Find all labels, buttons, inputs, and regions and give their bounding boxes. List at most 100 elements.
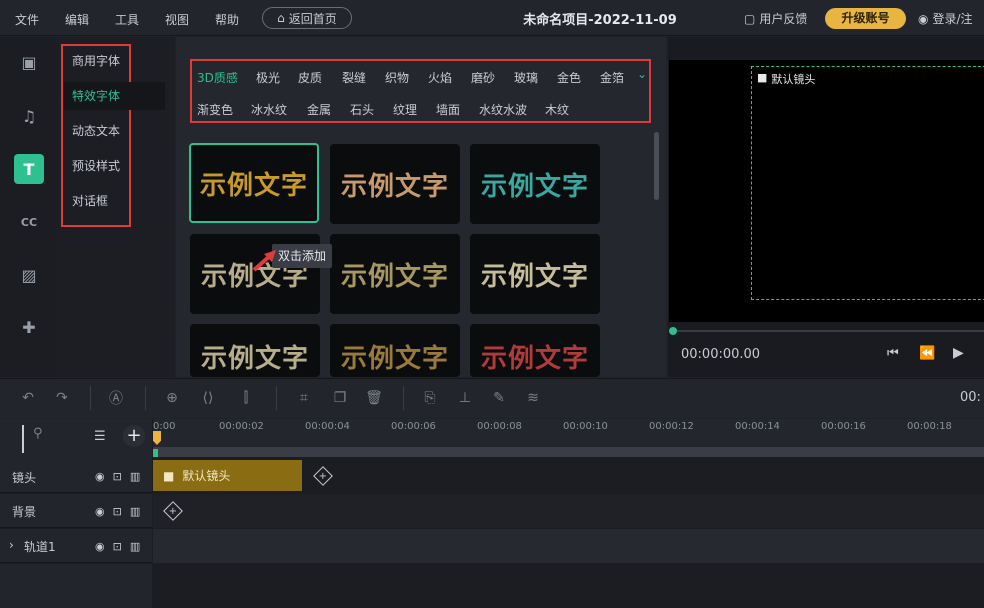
music-icon[interactable]: ♫	[14, 101, 44, 131]
effect-thumbnail[interactable]: 示例文字	[330, 324, 460, 377]
play-icon[interactable]: ▶	[953, 345, 964, 361]
layers-icon[interactable]: ≋	[523, 388, 543, 408]
preview-progress-track[interactable]	[673, 330, 984, 332]
effect-thumbnail[interactable]: 示例文字	[330, 144, 460, 224]
preview-progress-handle[interactable]	[669, 327, 677, 335]
track-background-lane[interactable]	[153, 494, 984, 528]
filter-icon[interactable]: ▨	[14, 260, 44, 290]
login-button[interactable]: ◉ 登录/注	[918, 10, 973, 27]
ruler-tick: 00:00:14	[735, 421, 780, 432]
effect-thumbnail[interactable]: 示例文字	[470, 144, 600, 224]
media-icon[interactable]: ▣	[14, 47, 44, 77]
chat-icon: ▢	[744, 11, 756, 26]
lock-icon[interactable]: ⊡	[113, 505, 122, 518]
category-effect-fonts[interactable]: 特效字体	[64, 82, 165, 110]
lock-icon[interactable]: ⊡	[113, 540, 122, 553]
category-preset-styles[interactable]: 预设样式	[64, 152, 164, 180]
menu-file[interactable]: 文件	[15, 11, 39, 28]
camera-frame[interactable]	[751, 66, 984, 300]
target-icon[interactable]: ⊕	[162, 388, 182, 408]
feedback-button[interactable]: ▢ 用户反馈	[744, 10, 807, 27]
trash-icon[interactable]: ▥	[130, 505, 140, 518]
menu-help[interactable]: 帮助	[215, 11, 239, 28]
trash-icon[interactable]: ▥	[130, 470, 140, 483]
preview-time: 00:00:00.00	[681, 347, 761, 362]
redo-icon[interactable]: ↷	[52, 388, 72, 408]
category-dialog[interactable]: 对话框	[64, 187, 164, 215]
ruler-tick: 00:00:16	[821, 421, 866, 432]
stamp-icon[interactable]: ⊥	[455, 388, 475, 408]
split-icon[interactable]: ⫿	[236, 388, 256, 408]
crop-icon[interactable]: ⌗	[294, 388, 314, 408]
menu-tools[interactable]: 工具	[115, 11, 139, 28]
toolbar-divider	[90, 386, 91, 410]
filter-wall[interactable]: 墙面	[436, 101, 460, 118]
ruler-tick: 00:00:12	[649, 421, 694, 432]
visibility-icon[interactable]: ◉	[95, 540, 105, 553]
plugin-icon[interactable]: ✚	[14, 312, 44, 342]
trash-icon[interactable]: ▥	[130, 540, 140, 553]
panel-scrollbar[interactable]	[654, 132, 659, 200]
toolbar-time: 00:	[960, 390, 981, 405]
effect-thumbnail[interactable]: 示例文字	[190, 324, 320, 377]
upgrade-button[interactable]: 升级账号	[825, 8, 906, 29]
filter-gold-foil[interactable]: 金箔	[600, 69, 624, 86]
zoom-icon[interactable]: ⚲	[33, 426, 43, 441]
filter-texture[interactable]: 纹理	[393, 101, 417, 118]
filter-3d[interactable]: 3D质感	[197, 69, 238, 86]
replace-icon[interactable]: ⎘	[420, 388, 440, 408]
filter-glass[interactable]: 玻璃	[514, 69, 538, 86]
work-area-bar[interactable]	[153, 447, 984, 457]
pointer-arrow-icon	[252, 250, 276, 272]
filter-gold[interactable]: 金色	[557, 69, 581, 86]
work-area-start[interactable]	[153, 449, 158, 457]
text-tool-icon[interactable]: Ⓐ	[106, 388, 126, 408]
effect-thumbnail[interactable]: 示例文字	[470, 324, 600, 377]
visibility-icon[interactable]: ◉	[95, 505, 105, 518]
filter-metal[interactable]: 金属	[307, 101, 331, 118]
caption-icon[interactable]: CC	[14, 207, 44, 237]
filter-gradient[interactable]: 渐变色	[197, 101, 233, 118]
filter-leather[interactable]: 皮质	[298, 69, 322, 86]
ruler-tick: 00:00:18	[907, 421, 952, 432]
edit-icon[interactable]: ✎	[489, 388, 509, 408]
effect-thumbnail[interactable]: 示例文字	[189, 143, 319, 223]
category-commercial-fonts[interactable]: 商用字体	[64, 47, 164, 75]
expand-chevron-icon[interactable]: ›	[9, 538, 14, 552]
filter-aurora[interactable]: 极光	[256, 69, 280, 86]
delete-icon[interactable]: 🗑	[364, 388, 384, 408]
filter-flame[interactable]: 火焰	[428, 69, 452, 86]
undo-icon[interactable]: ↶	[18, 388, 38, 408]
home-button[interactable]: ⌂ 返回首页	[262, 7, 352, 29]
project-title: 未命名项目-2022-11-09	[523, 13, 677, 28]
track-1-lane[interactable]	[153, 529, 984, 563]
filter-water-ripple[interactable]: 水纹水波	[479, 101, 527, 118]
filter-wood[interactable]: 木纹	[545, 101, 569, 118]
filter-ice-water[interactable]: 冰水纹	[251, 101, 287, 118]
add-track-button[interactable]: +	[123, 425, 145, 447]
visibility-icon[interactable]: ◉	[95, 470, 105, 483]
camera-clip[interactable]: ■ 默认镜头	[153, 460, 302, 491]
filter-frosted[interactable]: 磨砂	[471, 69, 495, 86]
skip-start-icon[interactable]: ⏮	[887, 346, 899, 361]
camera-label: ■ 默认镜头	[757, 71, 815, 87]
track-camera-name: 镜头	[12, 471, 37, 485]
effect-thumbnail[interactable]: 示例文字	[470, 234, 600, 314]
step-back-icon[interactable]: ⏪	[919, 346, 935, 361]
category-dynamic-text[interactable]: 动态文本	[64, 117, 164, 145]
filter-fabric[interactable]: 织物	[385, 69, 409, 86]
menu-edit[interactable]: 编辑	[65, 11, 89, 28]
ruler-tick: 00:00:10	[563, 421, 608, 432]
track-settings-icon[interactable]: ☰	[94, 429, 106, 444]
expand-chevron-icon[interactable]: ⌄	[637, 67, 647, 81]
code-icon[interactable]: ⟨⟩	[198, 388, 218, 408]
lock-icon[interactable]: ⊡	[113, 470, 122, 483]
text-icon[interactable]: T	[14, 154, 44, 184]
effect-thumbnail[interactable]: 示例文字	[330, 234, 460, 314]
menu-view[interactable]: 视图	[165, 11, 189, 28]
copy-icon[interactable]: ❐	[330, 388, 350, 408]
zoom-slider[interactable]	[22, 425, 24, 453]
ruler-tick: 00:00:06	[391, 421, 436, 432]
filter-crack[interactable]: 裂缝	[342, 69, 366, 86]
filter-stone[interactable]: 石头	[350, 101, 374, 118]
